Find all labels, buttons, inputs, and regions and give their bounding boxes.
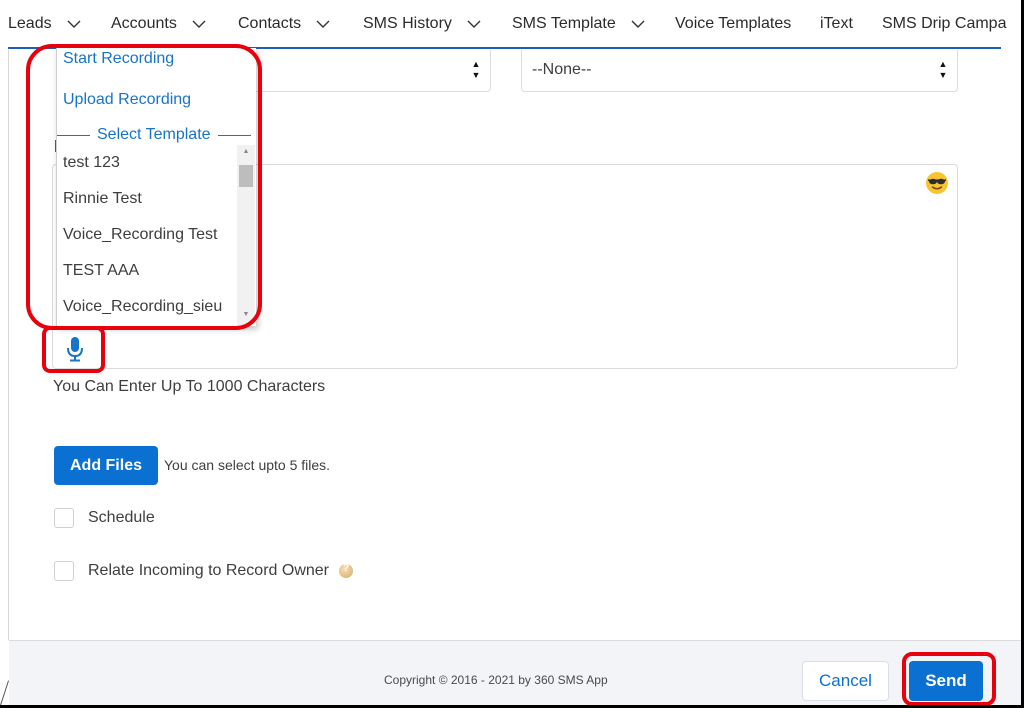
template-option-list: test 123 Rinnie Test Voice_Recording Tes… bbox=[57, 145, 235, 325]
separator-line bbox=[217, 134, 251, 136]
scrollbar-thumb[interactable] bbox=[239, 165, 253, 187]
relate-incoming-option[interactable]: Relate Incoming to Record Owner bbox=[54, 561, 353, 581]
nav-label: Leads bbox=[8, 15, 52, 32]
nav-label: SMS Template bbox=[512, 15, 616, 32]
schedule-checkbox[interactable] bbox=[54, 508, 74, 528]
nav-label: SMS Drip Campa bbox=[882, 15, 1007, 32]
secondary-select[interactable]: --None-- ▲ ▼ bbox=[521, 50, 958, 92]
upload-recording-option[interactable]: Upload Recording bbox=[63, 91, 191, 109]
separator-line bbox=[57, 134, 90, 136]
template-option[interactable]: test 123 bbox=[57, 145, 235, 181]
nav-label: Contacts bbox=[238, 15, 302, 32]
separator-label: Select Template bbox=[97, 126, 211, 143]
sms-compose-window: Leads Accounts Contacts SMS History SMS … bbox=[0, 0, 1021, 705]
nav-item-sms-template[interactable]: SMS Template bbox=[512, 15, 646, 33]
scroll-down-arrow-icon[interactable]: ▼ bbox=[237, 311, 255, 325]
nav-label: Accounts bbox=[111, 15, 177, 32]
microphone-icon bbox=[67, 337, 83, 362]
chevron-down-icon[interactable] bbox=[315, 16, 331, 32]
add-files-button[interactable]: Add Files bbox=[54, 446, 158, 485]
schedule-label: Schedule bbox=[88, 509, 155, 526]
secondary-select-value: --None-- bbox=[532, 61, 592, 78]
nav-label: SMS History bbox=[363, 15, 452, 32]
nav-item-leads[interactable]: Leads bbox=[8, 15, 82, 33]
nav-item-sms-drip-campaign[interactable]: SMS Drip Campa bbox=[882, 15, 1006, 33]
footer: Copyright © 2016 - 2021 by 360 SMS App C… bbox=[9, 640, 1021, 705]
nav-item-contacts[interactable]: Contacts bbox=[238, 15, 331, 33]
scroll-up-arrow-icon[interactable]: ▲ bbox=[237, 148, 255, 162]
copyright-text: Copyright © 2016 - 2021 by 360 SMS App bbox=[384, 673, 608, 687]
nav-item-accounts[interactable]: Accounts bbox=[111, 15, 207, 33]
nav-label: iText bbox=[820, 15, 853, 32]
nav-label: Voice Templates bbox=[675, 15, 792, 32]
nav-item-itext[interactable]: iText bbox=[820, 15, 853, 33]
template-option[interactable]: Voice_Recording_sieu bbox=[57, 289, 235, 325]
template-option[interactable]: Voice_Recording Test bbox=[57, 217, 235, 253]
chevron-down-icon[interactable] bbox=[630, 16, 646, 32]
chevron-down-icon[interactable] bbox=[191, 16, 207, 32]
emoji-sunglasses-icon[interactable] bbox=[925, 171, 949, 195]
nav-item-voice-templates[interactable]: Voice Templates bbox=[675, 15, 791, 33]
select-spinner-icon: ▲ ▼ bbox=[471, 59, 481, 80]
dropdown-scrollbar[interactable]: ▲ ▼ bbox=[237, 145, 255, 325]
nav-item-sms-history[interactable]: SMS History bbox=[363, 15, 482, 33]
text-cursor bbox=[55, 140, 56, 152]
relate-incoming-checkbox[interactable] bbox=[54, 561, 74, 581]
chevron-down-icon[interactable] bbox=[466, 16, 482, 32]
select-template-separator: Select Template bbox=[57, 126, 257, 144]
relate-incoming-label: Relate Incoming to Record Owner bbox=[88, 562, 329, 579]
schedule-option[interactable]: Schedule bbox=[54, 508, 155, 528]
help-icon[interactable] bbox=[339, 563, 353, 578]
template-option[interactable]: Rinnie Test bbox=[57, 181, 235, 217]
send-button[interactable]: Send bbox=[909, 661, 983, 701]
start-recording-option[interactable]: Start Recording bbox=[63, 50, 174, 68]
select-spinner-icon: ▲ ▼ bbox=[938, 59, 948, 80]
voice-recording-button[interactable] bbox=[53, 330, 97, 368]
voice-options-dropdown: Start Recording Upload Recording Select … bbox=[56, 48, 256, 326]
window-edge-mark bbox=[0, 680, 9, 705]
cancel-button[interactable]: Cancel bbox=[802, 661, 889, 701]
chevron-down-icon[interactable] bbox=[66, 16, 82, 32]
content-left-border bbox=[8, 50, 9, 640]
files-limit-note: You can select upto 5 files. bbox=[164, 457, 331, 473]
top-navigation: Leads Accounts Contacts SMS History SMS … bbox=[0, 0, 1021, 49]
character-limit-hint: You Can Enter Up To 1000 Characters bbox=[53, 378, 326, 395]
template-option[interactable]: TEST AAA bbox=[57, 253, 235, 289]
